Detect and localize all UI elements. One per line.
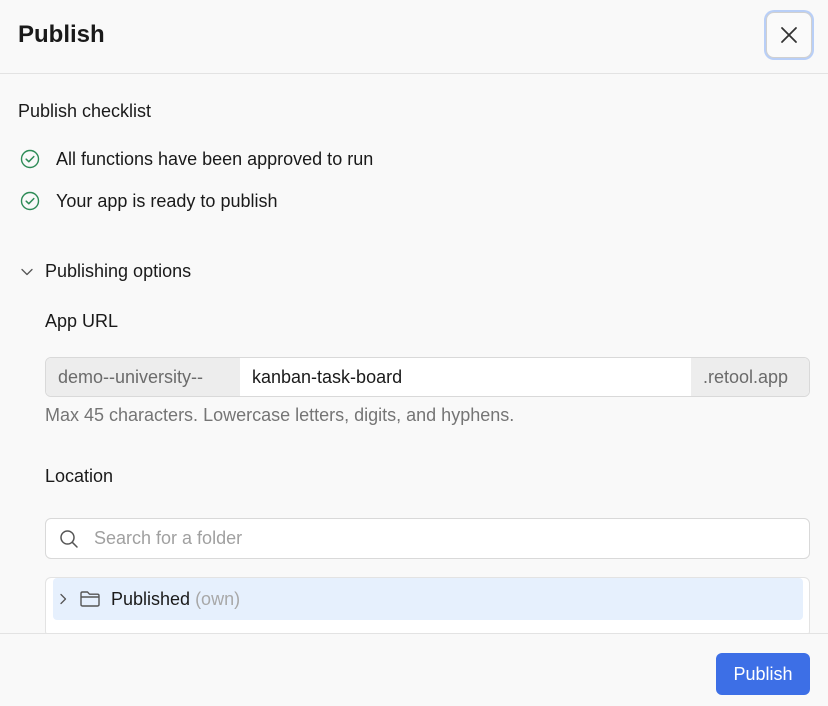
search-icon [59,529,79,549]
app-url-hint: Max 45 characters. Lowercase letters, di… [45,405,515,425]
app-url-input[interactable] [240,358,691,396]
location-label: Location [45,466,114,486]
publish-dialog: Publish Publish checklist All functions … [0,0,828,706]
folder-owner-tag: (own) [195,588,241,609]
close-button[interactable] [766,12,812,58]
publishing-options-label: Publishing options [45,261,192,281]
check-circle-icon [20,149,40,169]
app-url-field: demo--university-- .retool.app [45,357,810,397]
dialog-header: Publish [0,0,828,74]
chevron-down-icon [20,265,34,279]
dialog-title: Publish [18,21,105,48]
publish-button[interactable]: Publish [716,653,810,695]
check-circle-icon [20,191,40,211]
folder-search [45,518,810,559]
chevron-right-icon[interactable] [57,593,69,605]
checklist-item: Your app is ready to publish [20,190,277,212]
checklist-title: Publish checklist [18,101,152,121]
app-url-label: App URL [45,311,119,331]
checklist-item-label: All functions have been approved to run [56,148,374,169]
app-url-suffix: .retool.app [691,358,809,396]
checklist-item-label: Your app is ready to publish [56,190,278,211]
close-icon [780,26,798,44]
dialog-body: Publish checklist All functions have bee… [0,74,828,633]
dialog-footer: Publish [0,633,828,706]
app-url-prefix: demo--university-- [46,358,240,396]
folder-search-input[interactable] [92,527,809,550]
folder-tree: Published (own) [45,577,810,633]
checklist-item: All functions have been approved to run [20,148,373,170]
folder-item-published[interactable]: Published (own) [53,578,803,620]
folder-icon [79,589,101,609]
publishing-options-toggle[interactable]: Publishing options [20,261,191,282]
folder-name: Published [111,588,191,609]
